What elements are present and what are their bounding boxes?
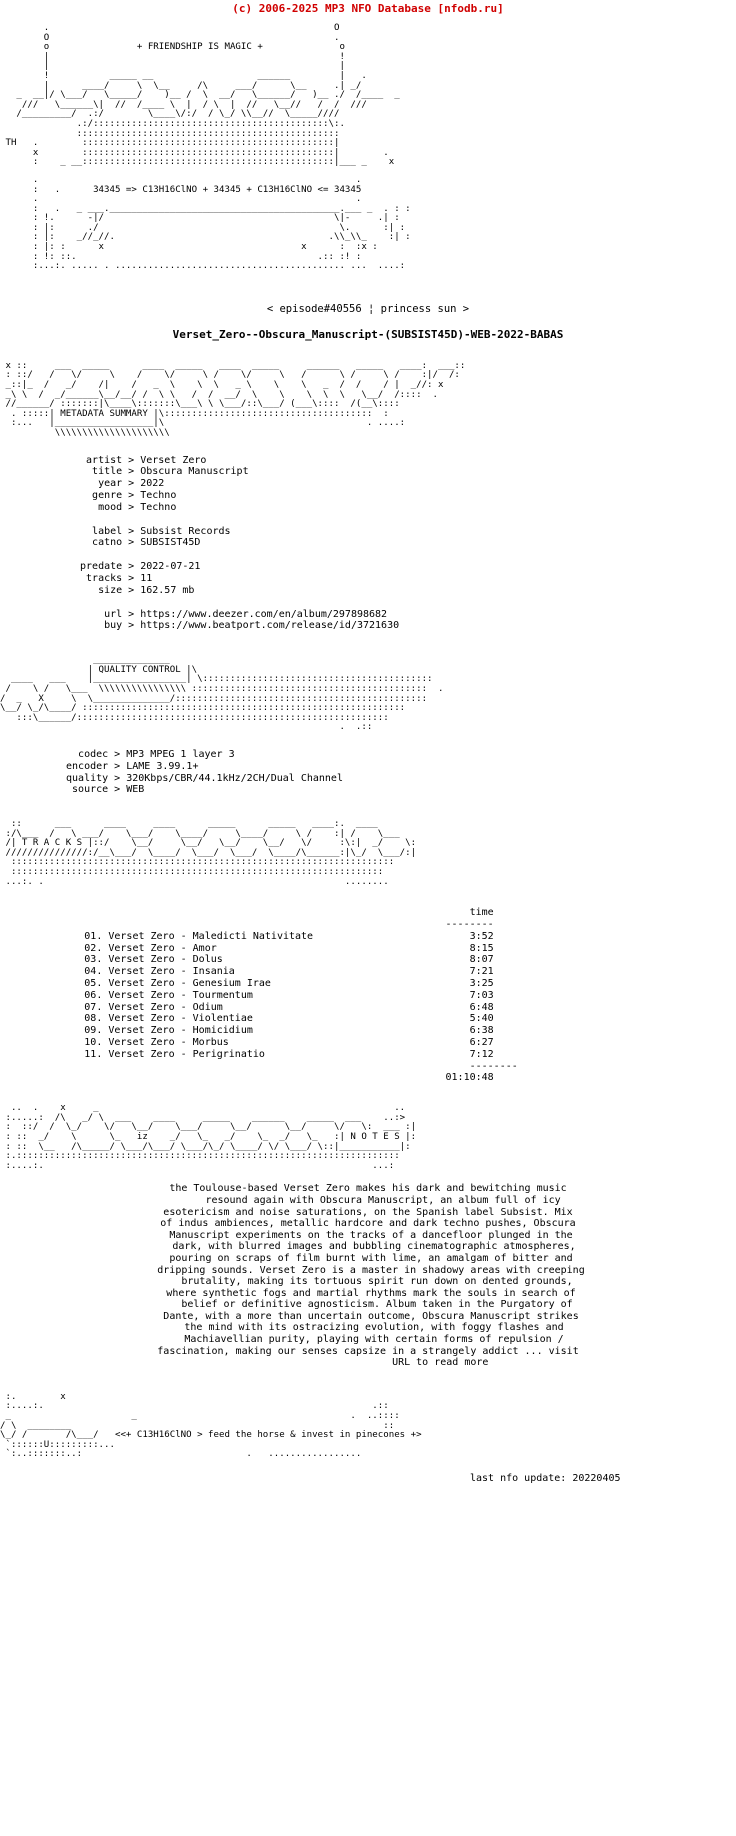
footer-ascii-art: :. x :....:. .:: _ _ . ..:::: / \ ______…: [0, 1391, 422, 1460]
metadata-release-fields: predate > 2022-07-21 tracks > 11 size > …: [80, 561, 201, 596]
nfo-page: (c) 2006-2025 MP3 NFO Database [nfodb.ru…: [0, 0, 736, 1486]
release-dirname: Verset_Zero--Obscura_Manuscript-(SUBSIST…: [172, 327, 564, 341]
last-update-line: last nfo update: 20220405: [470, 1473, 621, 1485]
footer-art: :. x :....:. .:: _ _ . ..:::: / \ ______…: [0, 1391, 736, 1460]
notes-banner-art: .. . x _ .. :.....: /\ _/ \ ___ ____ ___…: [5, 1103, 417, 1171]
formula-ascii-art: . . : . 34345 => C13H16ClNO + 34345 + C1…: [32, 174, 411, 272]
metadata-banner: x :: ___ _____ ____ _____ ____ _____ ___…: [0, 360, 736, 439]
tracklist-rows: time -------- 01. Verset Zero - Maledict…: [84, 907, 518, 1084]
notes-banner: .. . x _ .. :.....: /\ _/ \ ___ ____ ___…: [0, 1103, 736, 1171]
notes-body: the Toulouse-based Verset Zero makes his…: [157, 1183, 585, 1369]
header-ascii-art: . O O . o + FRIENDSHIP IS MAGIC + o | ! …: [5, 23, 400, 168]
metadata-label-fields: label > Subsist Records catno > SUBSIST4…: [92, 525, 231, 549]
tracks-banner-art: :: ___ ____ ____ _____ _____ ____:. ____…: [5, 819, 417, 887]
metadata-fields: artist > Verset Zero title > Obscura Man…: [0, 455, 736, 633]
quality-fields: codec > MP3 MPEG 1 layer 3 encoder > LAM…: [66, 748, 343, 796]
tracklist: time -------- 01. Verset Zero - Maledict…: [0, 907, 736, 1084]
episode-line: < episode#40556 ¦ princess sun >: [266, 302, 470, 315]
metadata-link-fields[interactable]: url > https://www.deezer.com/en/album/29…: [14, 609, 736, 633]
metadata-banner-art: x :: ___ _____ ____ _____ ____ _____ ___…: [5, 360, 466, 438]
quality-banner: ______________ | QUALITY CONTROL |\ ____…: [0, 655, 736, 733]
metadata-core-fields: artist > Verset Zero title > Obscura Man…: [86, 454, 249, 513]
site-copyright-banner: (c) 2006-2025 MP3 NFO Database [nfodb.ru…: [232, 2, 504, 15]
tracks-banner: :: ___ ____ ____ _____ _____ ____:. ____…: [0, 819, 736, 887]
quality-banner-art: ______________ | QUALITY CONTROL |\ ____…: [0, 655, 444, 733]
